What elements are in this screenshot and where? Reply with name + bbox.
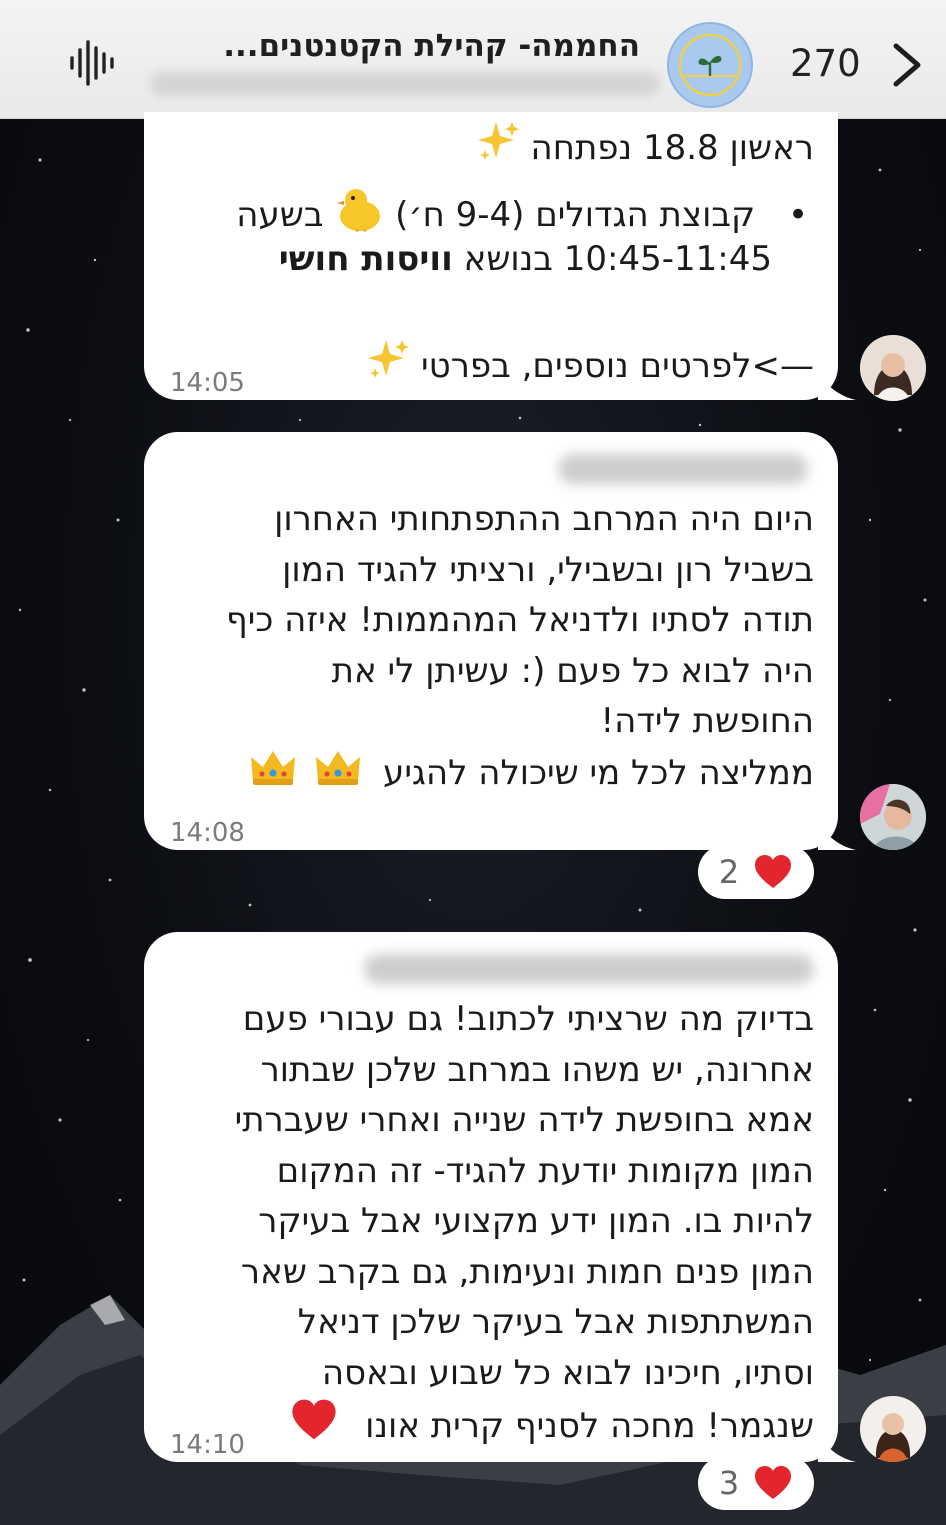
reaction-pill[interactable]: 3 [698,1456,814,1510]
message-bubble[interactable]: היום היה המרחב ההתפתחותי האחרון בשביל רו… [144,432,856,850]
sparkles-icon [366,338,410,397]
message-line: שנגמר! מחכה לסניף קרית אונו [235,1398,814,1457]
redacted-sender-name [558,454,808,484]
crown-icon [314,747,362,802]
message-line: ראשון 18.8 נפתחה [476,120,814,179]
message-text: בשעה [236,194,324,235]
chat-header: החממה- קהילת הקטנטנים... 270 [0,0,946,119]
avatar[interactable] [860,1396,926,1462]
bullet: • [787,194,808,235]
message-text: —>לפרטים נוספים, בפרטי [421,345,814,386]
message-line: 10:45-11:45 בנושא וויסות חושי [279,234,772,285]
avatar[interactable] [860,784,926,850]
message-line: ממליצה לכל מי שיכולה להגיע [226,747,814,802]
message-line: החופשת לידה! [600,701,815,741]
message-text: שנגמר! מחכה לסניף קרית אונו [365,1405,814,1446]
message-line: היום היה המרחב ההתפתחותי האחרון [274,499,814,539]
crown-icon [249,747,297,802]
reaction-count: 3 [718,1464,740,1502]
bubble-tail [818,1432,856,1462]
bubble-tail [818,370,856,400]
message-bubble[interactable]: בדיוק מה שרציתי לכתוב! גם עבורי פעם אחרו… [144,932,856,1462]
audio-waveform-icon[interactable] [68,40,116,86]
heart-icon [755,1466,792,1499]
message-line: המון פנים חמות ונעימות, גם בקרב שאר [240,1251,814,1292]
heart-icon [755,855,792,888]
message-line: תודה לסתיו ולדניאל המהממות! איזה כיף [225,600,814,640]
member-count: 270 [790,42,861,85]
reaction-count: 2 [718,853,740,891]
message-line: וסתיו, חיכינו לבוא כל שבוע ובאסה [321,1352,814,1393]
message-line: בשביל רון ובשבילי, ורציתי להגיד המון [282,549,814,590]
message-timestamp: 14:05 [170,368,245,398]
message-bubble[interactable]: ראשון 18.8 נפתחה • קבוצת הגדולים (9-4 ח׳… [144,112,856,400]
message-timestamp: 14:10 [170,1430,245,1460]
redacted-subtitle [150,72,660,96]
message-line: אמא בחופשת לידה שנייה ואחרי שעברתי [234,1100,814,1140]
message-line: בדיוק מה שרציתי לכתוב! גם עבורי פעם [242,999,814,1039]
redacted-sender-name [364,954,814,984]
sparkles-icon [476,120,520,179]
message-line: המשתתפות אבל בעיקר שלכן דניאל [297,1302,814,1342]
message-line: להיות בו. המון ידע מקצועי אבל בעיקר [258,1201,814,1241]
group-avatar[interactable] [667,22,753,108]
message-bold-text: וויסות חושי [278,239,453,279]
heart-icon [290,1398,338,1457]
bubble-tail [818,820,856,850]
message-line: המון מקומות יודעת להגיד- זה המקום [276,1150,814,1191]
message-text: 10:45-11:45 בנושא [463,239,772,279]
reaction-pill[interactable]: 2 [698,845,814,899]
message-line: —>לפרטים נוספים, בפרטי [366,338,814,397]
avatar[interactable] [860,335,926,401]
message-text: ראשון 18.8 נפתחה [530,127,814,168]
chat-title[interactable]: החממה- קהילת הקטנטנים... [160,28,640,68]
message-text: ממליצה לכל מי שיכולה להגיע [383,752,814,793]
sprout-icon [678,33,742,97]
message-line: אחרונה, יש משהו במרחב שלכן שבתור [260,1049,814,1090]
message-text: קבוצת הגדולים (9-4 ח׳) [395,194,756,235]
message-timestamp: 14:08 [170,818,245,848]
chevron-right-icon[interactable] [890,42,924,88]
message-line: היה לבוא כל פעם (: עשיתן לי את [331,650,814,691]
